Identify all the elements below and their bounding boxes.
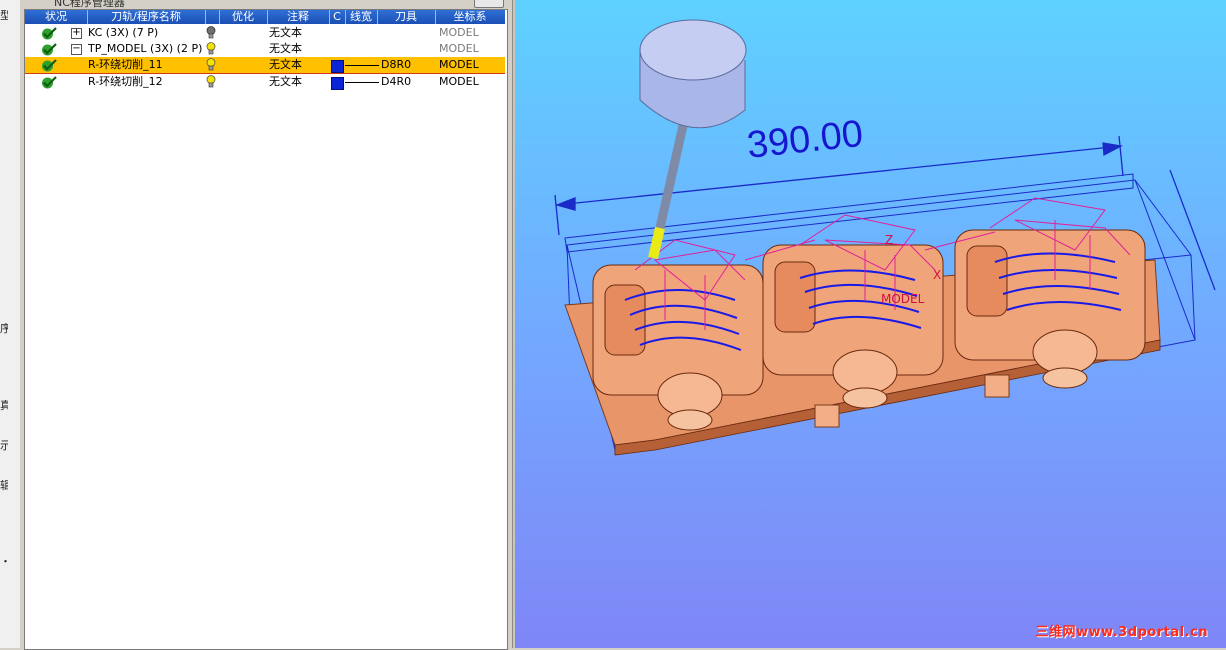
coord-system-cell: MODEL [439, 75, 479, 88]
tree-row[interactable]: R-环绕切削_12 无文本 D4R0 MODEL [25, 74, 505, 90]
check-icon [42, 27, 57, 40]
col-lineweight[interactable]: 线宽 [345, 10, 378, 24]
operation-name: R-环绕切削_11 [88, 58, 163, 71]
coord-system-label: MODEL [881, 292, 925, 306]
expand-icon[interactable]: + [71, 28, 82, 39]
coord-system-cell: MODEL [439, 42, 479, 55]
panel-close-button[interactable] [474, 0, 504, 8]
coord-system-cell: MODEL [439, 26, 479, 39]
toolpath-color-swatch[interactable] [331, 60, 344, 73]
col-color[interactable]: C [329, 10, 346, 24]
comment-cell: 无文本 [269, 42, 302, 55]
lightbulb-icon[interactable] [206, 75, 216, 88]
panel-titlebar: NC程序管理器 [20, 0, 512, 9]
coord-system-cell: MODEL [439, 58, 479, 71]
lineweight-sample[interactable] [345, 65, 379, 66]
tree-row-selected[interactable]: R-环绕切削_11 无文本 D8R0 MODEL [25, 57, 505, 74]
collapse-icon[interactable]: − [71, 44, 82, 55]
model-scene [554, 19, 1216, 456]
side-label[interactable]: 真 [0, 400, 8, 412]
col-tool[interactable]: 刀具 [377, 10, 436, 24]
lineweight-sample[interactable] [345, 82, 379, 83]
tool-cell: D4R0 [381, 75, 412, 88]
tree-row[interactable]: + KC (3X) (7 P) 无文本 MODEL [25, 25, 505, 41]
axis-x-label: X [933, 268, 942, 282]
column-header: 状况 刀轨/程序名称 优化 注释 C 线宽 刀具 坐标系 [25, 10, 505, 24]
graphics-viewport[interactable]: 390.00 Z X MODEL 三维网www.3dportal.cn [515, 0, 1226, 648]
lightbulb-icon[interactable] [206, 58, 216, 71]
col-status[interactable]: 状况 [25, 10, 88, 24]
left-side-panel: 型 序 真 示 辑 ・ [0, 0, 21, 648]
tree-row[interactable]: − TP_MODEL (3X) (2 P) 无文本 MODEL [25, 41, 505, 57]
side-label[interactable]: 辑 [0, 480, 8, 492]
operation-tree[interactable]: 状况 刀轨/程序名称 优化 注释 C 线宽 刀具 坐标系 + KC (3X) (… [24, 9, 508, 650]
comment-cell: 无文本 [269, 75, 302, 88]
check-icon [42, 76, 57, 89]
lightbulb-icon[interactable] [206, 26, 216, 39]
side-label[interactable]: ・ [0, 556, 8, 568]
col-optimize[interactable]: 优化 [219, 10, 268, 24]
check-icon [42, 59, 57, 72]
side-label[interactable]: 序 [0, 323, 8, 335]
panel-title: NC程序管理器 [54, 0, 125, 9]
comment-cell: 无文本 [269, 26, 302, 39]
site-watermark: 三维网www.3dportal.cn [1035, 625, 1208, 640]
axis-z-label: Z [885, 233, 894, 247]
col-comment[interactable]: 注释 [267, 10, 330, 24]
operation-name: R-环绕切削_12 [88, 75, 163, 88]
operation-name: KC (3X) (7 P) [88, 26, 159, 39]
operation-name: TP_MODEL (3X) (2 P) [88, 42, 203, 55]
nc-manager-panel: NC程序管理器 状况 刀轨/程序名称 优化 注释 C 线宽 刀具 坐标系 + K… [20, 0, 512, 650]
col-name[interactable]: 刀轨/程序名称 [87, 10, 206, 24]
lightbulb-icon[interactable] [206, 42, 216, 55]
comment-cell: 无文本 [269, 58, 302, 71]
check-icon [42, 43, 57, 56]
toolpath-color-swatch[interactable] [331, 77, 344, 90]
side-label[interactable]: 型 [0, 10, 8, 22]
tool-cell: D8R0 [381, 58, 412, 71]
col-path[interactable] [205, 10, 220, 24]
cutting-tool [639, 19, 747, 260]
side-label[interactable]: 示 [0, 440, 8, 452]
col-coord-system[interactable]: 坐标系 [435, 10, 505, 24]
